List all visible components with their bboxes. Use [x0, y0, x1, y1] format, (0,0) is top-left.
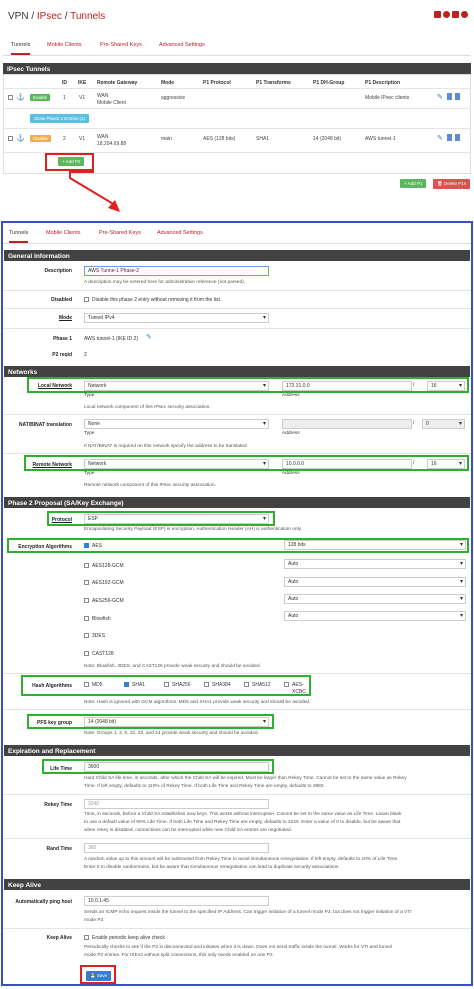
tab-mobile-clients[interactable]: Mobile Clients [46, 230, 81, 236]
aes256gcm-keylen-select[interactable]: Auto [284, 594, 466, 604]
col-id: ID [62, 80, 67, 86]
anchor-icon[interactable]: ⚓ [16, 93, 25, 101]
disable-badge[interactable]: Disable [30, 135, 52, 142]
panel-networks: Networks [4, 366, 470, 377]
algo-blowfish-checkbox[interactable] [84, 616, 89, 621]
mode-select[interactable]: Tunnel IPv4 [84, 313, 269, 323]
nat-mask[interactable]: 0 [422, 419, 465, 429]
ping-host-input[interactable]: 10.0.1.45 [84, 896, 269, 906]
top-tabs: Tunnels Mobile Clients Pre-Shared Keys A… [3, 36, 471, 56]
rekey-label: Rekey Time [44, 802, 72, 808]
phase1-value[interactable]: AWS tunnel-1 (IKE ID 2) [84, 336, 138, 342]
col-ike: IKE [78, 80, 87, 86]
status-icon[interactable] [434, 11, 441, 18]
graph-icon[interactable] [452, 11, 459, 18]
panel-ipsec-tunnels: IPsec Tunnels [3, 63, 471, 74]
trash-icon: 🗑 [437, 181, 444, 186]
randtime-input[interactable]: 360 [84, 843, 269, 853]
phase1-label: Phase 1 [53, 336, 72, 342]
description-input[interactable]: AWS Tunne-1 Phase-2 [84, 266, 269, 276]
algo-cast128-checkbox[interactable] [84, 651, 89, 656]
algo-aes-checkbox[interactable] [84, 543, 89, 548]
tab-tunnels[interactable]: Tunnels [11, 42, 31, 55]
tab-advanced-settings[interactable]: Advanced Settings [159, 42, 205, 48]
enable-badge[interactable]: Enable [30, 94, 51, 101]
breadcrumb: VPN / IPsec / Tunnels [8, 11, 106, 22]
breadcrumb-ipsec[interactable]: IPsec [37, 11, 62, 22]
highlight-hash [21, 675, 311, 696]
col-remote-gateway: Remote Gateway [97, 80, 138, 86]
keepalive-label: Keep Alive [46, 935, 72, 941]
ping-host-label: Automatically ping host [15, 899, 72, 905]
highlight-remote-network [24, 455, 469, 471]
mode-label: Mode [58, 315, 72, 321]
highlight-pfs [27, 714, 274, 729]
tab-mobile-clients[interactable]: Mobile Clients [47, 42, 82, 48]
tab-pre-shared-keys[interactable]: Pre-Shared Keys [100, 42, 142, 48]
col-p1-transforms: P1 Transforms [256, 80, 291, 86]
delete-p1s-button[interactable]: 🗑 Delete P1s [433, 179, 470, 189]
panel-general: General Information [4, 250, 470, 261]
tab-tunnels[interactable]: Tunnels [9, 230, 29, 243]
nat-address[interactable] [282, 419, 412, 429]
breadcrumb-vpn: VPN [8, 11, 29, 22]
log-icon[interactable] [443, 11, 450, 18]
tab-advanced-settings[interactable]: Advanced Settings [157, 230, 203, 236]
col-p1-protocol: P1 Protocol [203, 80, 231, 86]
col-p1-dh-group: P1 DH-Group [313, 80, 345, 86]
help-icon[interactable] [461, 11, 468, 18]
copy-icon[interactable] [447, 93, 452, 100]
keepalive-checkbox[interactable] [84, 935, 89, 940]
disabled-label: Disabled [51, 297, 72, 303]
col-mode: Mode [161, 80, 175, 86]
aes-keylen-select[interactable]: 128 bits [284, 540, 466, 550]
add-p1-button[interactable]: + Add P1 [400, 179, 427, 188]
trash-icon[interactable] [455, 93, 460, 100]
highlight-lifetime [42, 759, 274, 774]
edit-icon[interactable]: ✎ [437, 134, 443, 142]
aes192gcm-keylen-select[interactable]: Auto [284, 577, 466, 587]
edit-icon[interactable]: ✎ [437, 93, 443, 101]
panel-keepalive: Keep Alive [4, 879, 470, 890]
pencil-icon[interactable]: ✎ [146, 333, 152, 341]
blowfish-keylen-select[interactable]: Auto [284, 611, 466, 621]
anchor-icon[interactable]: ⚓ [16, 134, 25, 142]
header-icons [432, 11, 468, 20]
highlight-protocol [47, 511, 275, 526]
show-phase2-button[interactable]: Show Phase 2 Entries (1) [30, 114, 90, 123]
panel-expiration: Expiration and Replacement [4, 745, 470, 756]
algo-3des-checkbox[interactable] [84, 633, 89, 638]
highlight-local-network [27, 377, 469, 393]
algo-aes128gcm-checkbox[interactable] [84, 563, 89, 568]
algo-aes192gcm-checkbox[interactable] [84, 580, 89, 585]
tab-pre-shared-keys[interactable]: Pre-Shared Keys [99, 230, 141, 236]
edit-tabs: Tunnels Mobile Clients Pre-Shared Keys A… [3, 224, 471, 244]
trash-icon[interactable] [455, 134, 460, 141]
panel-proposal: Phase 2 Proposal (SA/Key Exchange) [4, 497, 470, 508]
arrow-annotation [69, 170, 120, 212]
copy-icon[interactable] [447, 134, 452, 141]
rekey-input[interactable]: 3240 [84, 799, 269, 809]
nat-label: NAT/BINAT translation [18, 422, 72, 428]
description-label: Description [44, 268, 72, 274]
row2-checkbox[interactable] [8, 136, 13, 141]
algo-aes256gcm-checkbox[interactable] [84, 598, 89, 603]
randtime-label: Rand Time [46, 846, 72, 852]
p2reqid-label: P2 reqid [52, 352, 72, 358]
highlight-save [80, 965, 116, 984]
disabled-checkbox[interactable] [84, 297, 89, 302]
breadcrumb-tunnels[interactable]: Tunnels [70, 11, 105, 22]
col-p1-description: P1 Description [365, 80, 401, 86]
aes128gcm-keylen-select[interactable]: Auto [284, 559, 466, 569]
row1-checkbox[interactable] [8, 95, 13, 100]
nat-type[interactable]: None [84, 419, 269, 429]
